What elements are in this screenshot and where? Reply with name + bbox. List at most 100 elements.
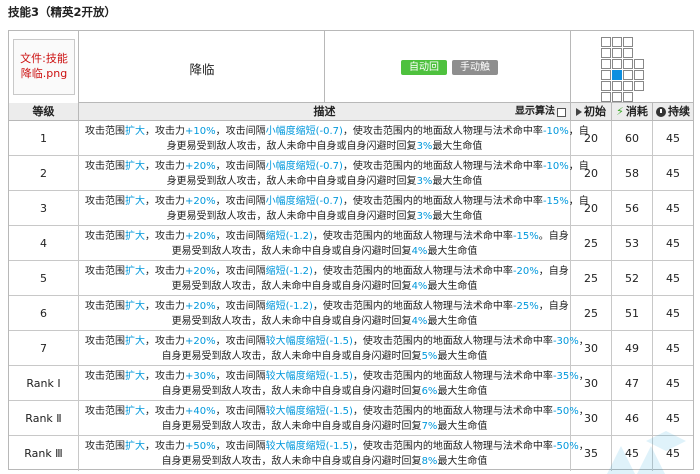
range-tile [612, 92, 622, 102]
show-formula-toggle[interactable]: 显示算法 [515, 103, 566, 121]
highlight-value: 扩大 [125, 301, 145, 312]
highlight-value: 较大幅度缩短 [265, 336, 326, 347]
highlight-value: 7% [421, 421, 438, 432]
row-sp-cost: 47 [612, 366, 653, 401]
highlight-value: (-1.5) [325, 441, 353, 452]
row-sp-cost: 58 [612, 156, 653, 191]
description-text: ，攻击力 [145, 231, 185, 242]
description-text: ，攻击力 [145, 126, 185, 137]
description-line: 更易受到敌人攻击，敌人未命中自身或自身闪避时回复4%最大生命值 [85, 314, 564, 329]
range-tile [601, 81, 611, 91]
description-text: ，攻击间隔 [215, 196, 266, 207]
table-row: 7 攻击范围扩大，攻击力+20%，攻击间隔较大幅度缩短(-1.5)，使攻击范围内的… [9, 331, 693, 366]
description-text: 。自身 [538, 231, 569, 242]
description-line: 攻击范围扩大，攻击力+50%，攻击间隔较大幅度缩短(-1.5)，使攻击范围内的地… [85, 439, 589, 454]
highlight-value: 小幅度缩短 [265, 196, 316, 207]
row-sp-cost: 45 [612, 436, 653, 471]
attack-range-grid [601, 37, 644, 102]
description-text: 攻击范围 [85, 371, 125, 382]
description-text: 自身更易受到敌人攻击，敌人未命中自身或自身闪避时回复 [161, 421, 422, 432]
row-sp-initial: 20 [571, 191, 612, 226]
description-line: 攻击范围扩大，攻击力+20%，攻击间隔小幅度缩短(-0.7)，使攻击范围内的地面… [85, 159, 589, 174]
row-duration: 45 [666, 447, 680, 460]
range-tile [612, 81, 622, 91]
description-text: ，使攻击范围内的地面敌人物理与法术命中率 [342, 196, 543, 207]
highlight-value: (-1.5) [325, 336, 353, 347]
range-tile [623, 81, 633, 91]
row-sp-initial: 30 [571, 331, 612, 366]
highlight-value: (-1.2) [285, 266, 313, 277]
description-text: ，攻击力 [145, 266, 185, 277]
description-text: ，攻击间隔 [215, 301, 266, 312]
tag-trigger-type: 手动触发 [452, 60, 498, 88]
lightning-bolt-icon: ⚡ [616, 105, 624, 118]
highlight-value: 较大幅度缩短 [265, 371, 326, 382]
description-line: 攻击范围扩大，攻击力+30%，攻击间隔较大幅度缩短(-1.5)，使攻击范围内的地… [85, 369, 589, 384]
skill-table: 文件:技能 降临.png 降临 自动回复 手动触发 等级 描述 显示算法 初始 … [8, 30, 694, 474]
description-line: 攻击范围扩大，攻击力+40%，攻击间隔较大幅度缩短(-1.5)，使攻击范围内的地… [85, 404, 589, 419]
row-level: Rank Ⅰ [9, 366, 79, 401]
highlight-value: +20% [185, 196, 216, 207]
description-text: ，使攻击范围内的地面敌人物理与法术命中率 [312, 301, 513, 312]
description-text: 攻击范围 [85, 231, 125, 242]
range-tile [612, 37, 622, 47]
description-text: ，使攻击范围内的地面敌人物理与法术命中率 [312, 266, 513, 277]
description-line: 攻击范围扩大，攻击力+20%，攻击间隔缩短(-1.2)，使攻击范围内的地面敌人物… [85, 229, 569, 244]
highlight-value: 扩大 [125, 231, 145, 242]
highlight-value: 3% [416, 211, 433, 222]
range-tile [623, 92, 633, 102]
row-duration: 45 [666, 132, 680, 145]
highlight-value: 8% [421, 456, 438, 467]
description-text: 最大生命值 [437, 456, 488, 467]
description-text: ，使攻击范围内的地面敌人物理与法术命中率 [312, 231, 513, 242]
highlight-value: 缩短 [265, 231, 286, 242]
description-text: ，使攻击范围内的地面敌人物理与法术命中率 [352, 406, 553, 417]
highlight-value: 小幅度缩短 [265, 161, 316, 172]
description-text: 最大生命值 [432, 176, 483, 187]
highlight-value: +10% [185, 126, 216, 137]
play-triangle-icon [576, 108, 582, 116]
description-line: 自身更易受到敌人攻击，敌人未命中自身或自身闪避时回复5%最大生命值 [85, 349, 564, 364]
row-sp-initial: 25 [571, 296, 612, 331]
row-duration: 45 [666, 307, 680, 320]
table-row: 3 攻击范围扩大，攻击力+20%，攻击间隔小幅度缩短(-0.7)，使攻击范围内的地… [9, 191, 693, 226]
row-description: 攻击范围扩大，攻击力+50%，攻击间隔较大幅度缩短(-1.5)，使攻击范围内的地… [79, 436, 589, 471]
col-sp-cost-label: 消耗 [625, 105, 648, 118]
skill-tags-cell: 自动回复 手动触发 [325, 31, 571, 103]
highlight-value: +30% [185, 371, 216, 382]
range-tile [634, 70, 644, 80]
highlight-value: 扩大 [125, 336, 145, 347]
show-formula-checkbox[interactable] [557, 107, 566, 117]
description-text: ，使攻击范围内的地面敌人物理与法术命中率 [342, 161, 543, 172]
description-text: ，攻击间隔 [215, 406, 266, 417]
highlight-value: (-0.7) [315, 126, 343, 137]
range-self-tile [612, 70, 622, 80]
highlight-value: 扩大 [125, 371, 145, 382]
table-row: 5 攻击范围扩大，攻击力+20%，攻击间隔缩短(-1.2)，使攻击范围内的地面敌人… [9, 261, 693, 296]
highlight-value: 扩大 [125, 266, 145, 277]
skill-icon-cell: 文件:技能 降临.png [9, 31, 79, 103]
row-sp-initial: 25 [571, 261, 612, 296]
page-title: 技能3（精英2开放） [8, 5, 117, 19]
highlight-value: +50% [185, 441, 216, 452]
description-line: 攻击范围扩大，攻击力+10%，攻击间隔小幅度缩短(-0.7)，使攻击范围内的地面… [85, 124, 589, 139]
range-tile [623, 70, 633, 80]
highlight-value: 5% [421, 351, 438, 362]
highlight-value: -25% [512, 301, 539, 312]
highlight-value: -10% [542, 126, 569, 137]
row-description: 攻击范围扩大，攻击力+30%，攻击间隔较大幅度缩短(-1.5)，使攻击范围内的地… [79, 366, 589, 401]
description-text: 最大生命值 [437, 351, 488, 362]
row-level: 3 [9, 191, 79, 226]
range-tile [601, 37, 611, 47]
highlight-value: 4% [411, 316, 428, 327]
highlight-value: (-0.7) [315, 196, 343, 207]
skill-icon-image[interactable]: 文件:技能 降临.png [13, 39, 75, 95]
range-tile [612, 59, 622, 69]
row-sp-cost: 56 [612, 191, 653, 226]
description-text: 最大生命值 [432, 141, 483, 152]
col-sp-initial-label: 初始 [584, 105, 606, 118]
highlight-value: 扩大 [125, 196, 145, 207]
description-text: 自身更易受到敌人攻击，敌人未命中自身或自身闪避时回复 [161, 351, 422, 362]
description-line: 攻击范围扩大，攻击力+20%，攻击间隔较大幅度缩短(-1.5)，使攻击范围内的地… [85, 334, 589, 349]
range-tile [612, 48, 622, 58]
